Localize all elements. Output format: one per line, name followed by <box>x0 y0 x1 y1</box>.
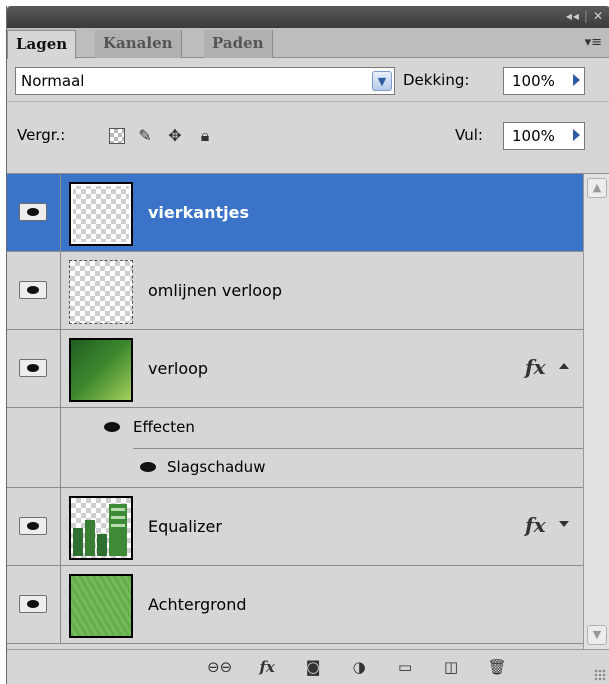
lock-all-icon[interactable]: 🔒︎ <box>195 126 215 146</box>
visibility-cell <box>7 448 61 487</box>
eye-icon[interactable] <box>19 517 47 535</box>
visibility-cell <box>7 330 61 407</box>
expand-effects-icon[interactable] <box>559 521 569 527</box>
fill-slider-arrow-icon[interactable] <box>573 129 580 141</box>
layer-thumbnail <box>69 496 133 560</box>
delete-layer-icon[interactable]: 🗑︎ <box>486 657 508 677</box>
fill-label: Vul: <box>455 126 483 144</box>
layer-thumbnail <box>69 260 133 324</box>
layer-row[interactable]: verloop fx <box>7 330 583 408</box>
layer-thumbnail <box>69 574 133 638</box>
lock-row: Vergr.: ✎ ✥ 🔒︎ Vul: 100% <box>7 102 609 174</box>
panel-bottom-bar: ⊖⊖ fx ◙ ◑ ▭ ◫ 🗑︎ <box>7 649 609 684</box>
collapse-effects-icon[interactable] <box>559 363 569 369</box>
double-chevron-left-icon[interactable]: ◂◂ <box>566 9 580 23</box>
link-layers-icon[interactable]: ⊖⊖ <box>207 657 232 677</box>
layer-effects-icon[interactable]: fx <box>525 513 546 537</box>
resize-grip-icon[interactable] <box>594 669 606 681</box>
layer-thumbnail <box>69 182 133 246</box>
eye-icon[interactable] <box>101 420 123 434</box>
layer-name: verloop <box>148 359 209 378</box>
layer-row[interactable]: vierkantjes <box>7 174 583 252</box>
scroll-down-icon[interactable]: ▼ <box>587 625 607 645</box>
layer-row[interactable]: Equalizer fx <box>7 488 583 566</box>
layer-effects-icon[interactable]: fx <box>525 355 546 379</box>
visibility-cell <box>7 408 61 448</box>
new-layer-icon[interactable]: ◫ <box>440 657 462 677</box>
eye-icon[interactable] <box>19 595 47 613</box>
eye-icon[interactable] <box>137 460 159 474</box>
layer-row[interactable]: Achtergrond <box>7 566 583 644</box>
visibility-cell <box>7 252 61 329</box>
layer-thumbnail <box>69 338 133 402</box>
tab-kanalen[interactable]: Kanalen <box>95 30 182 58</box>
eye-icon[interactable] <box>19 203 47 221</box>
fill-value: 100% <box>512 127 555 145</box>
visibility-cell <box>7 174 61 251</box>
close-icon[interactable]: ✕ <box>593 9 604 23</box>
layer-name: Achtergrond <box>148 595 247 614</box>
lock-position-icon[interactable]: ✥ <box>165 126 185 146</box>
effect-name: Slagschaduw <box>167 458 266 476</box>
layer-row[interactable]: omlijnen verloop <box>7 252 583 330</box>
effects-label: Effecten <box>133 418 195 436</box>
effects-row[interactable]: Effecten <box>7 408 583 449</box>
visibility-cell <box>7 566 61 643</box>
layers-list: vierkantjes omlijnen verloop verloop fx … <box>7 174 583 649</box>
new-group-icon[interactable]: ▭ <box>394 657 416 677</box>
panel-tabbar: Lagen Kanalen Paden ▾≡ <box>7 28 609 59</box>
add-layer-style-icon[interactable]: fx <box>256 657 278 677</box>
eye-icon[interactable] <box>19 281 47 299</box>
layers-panel: ◂◂ | ✕ Lagen Kanalen Paden ▾≡ Normaal ▼ De… <box>6 6 609 684</box>
opacity-label: Dekking: <box>403 71 470 89</box>
panel-titlebar: ◂◂ | ✕ <box>7 6 609 28</box>
blend-mode-value: Normaal <box>21 72 85 90</box>
opacity-value: 100% <box>512 72 555 90</box>
panel-menu-icon[interactable]: ▾≡ <box>585 35 602 50</box>
visibility-cell <box>7 488 61 565</box>
adjustment-layer-icon[interactable]: ◑ <box>348 657 370 677</box>
lock-label: Vergr.: <box>17 126 66 144</box>
blend-mode-select[interactable]: Normaal ▼ <box>15 67 395 95</box>
tab-paden[interactable]: Paden <box>204 30 273 58</box>
layers-scrollbar[interactable]: ▲ ▼ <box>583 174 609 649</box>
tab-lagen[interactable]: Lagen <box>7 30 77 59</box>
opacity-slider-arrow-icon[interactable] <box>573 74 580 86</box>
blend-row: Normaal ▼ Dekking: 100% <box>7 58 609 102</box>
scroll-up-icon[interactable]: ▲ <box>587 178 607 198</box>
equalizer-thumbnail <box>73 504 127 556</box>
fill-field[interactable]: 100% <box>503 122 585 150</box>
add-mask-icon[interactable]: ◙ <box>302 657 324 677</box>
lock-transparency-icon[interactable] <box>109 128 125 144</box>
layer-name: vierkantjes <box>148 203 249 222</box>
opacity-field[interactable]: 100% <box>503 67 585 95</box>
layer-name: omlijnen verloop <box>148 281 282 300</box>
eye-icon[interactable] <box>19 359 47 377</box>
lock-image-icon[interactable]: ✎ <box>135 126 155 146</box>
layer-name: Equalizer <box>148 517 222 536</box>
effect-row[interactable]: Slagschaduw <box>7 448 583 488</box>
chevron-down-icon[interactable]: ▼ <box>372 71 392 91</box>
